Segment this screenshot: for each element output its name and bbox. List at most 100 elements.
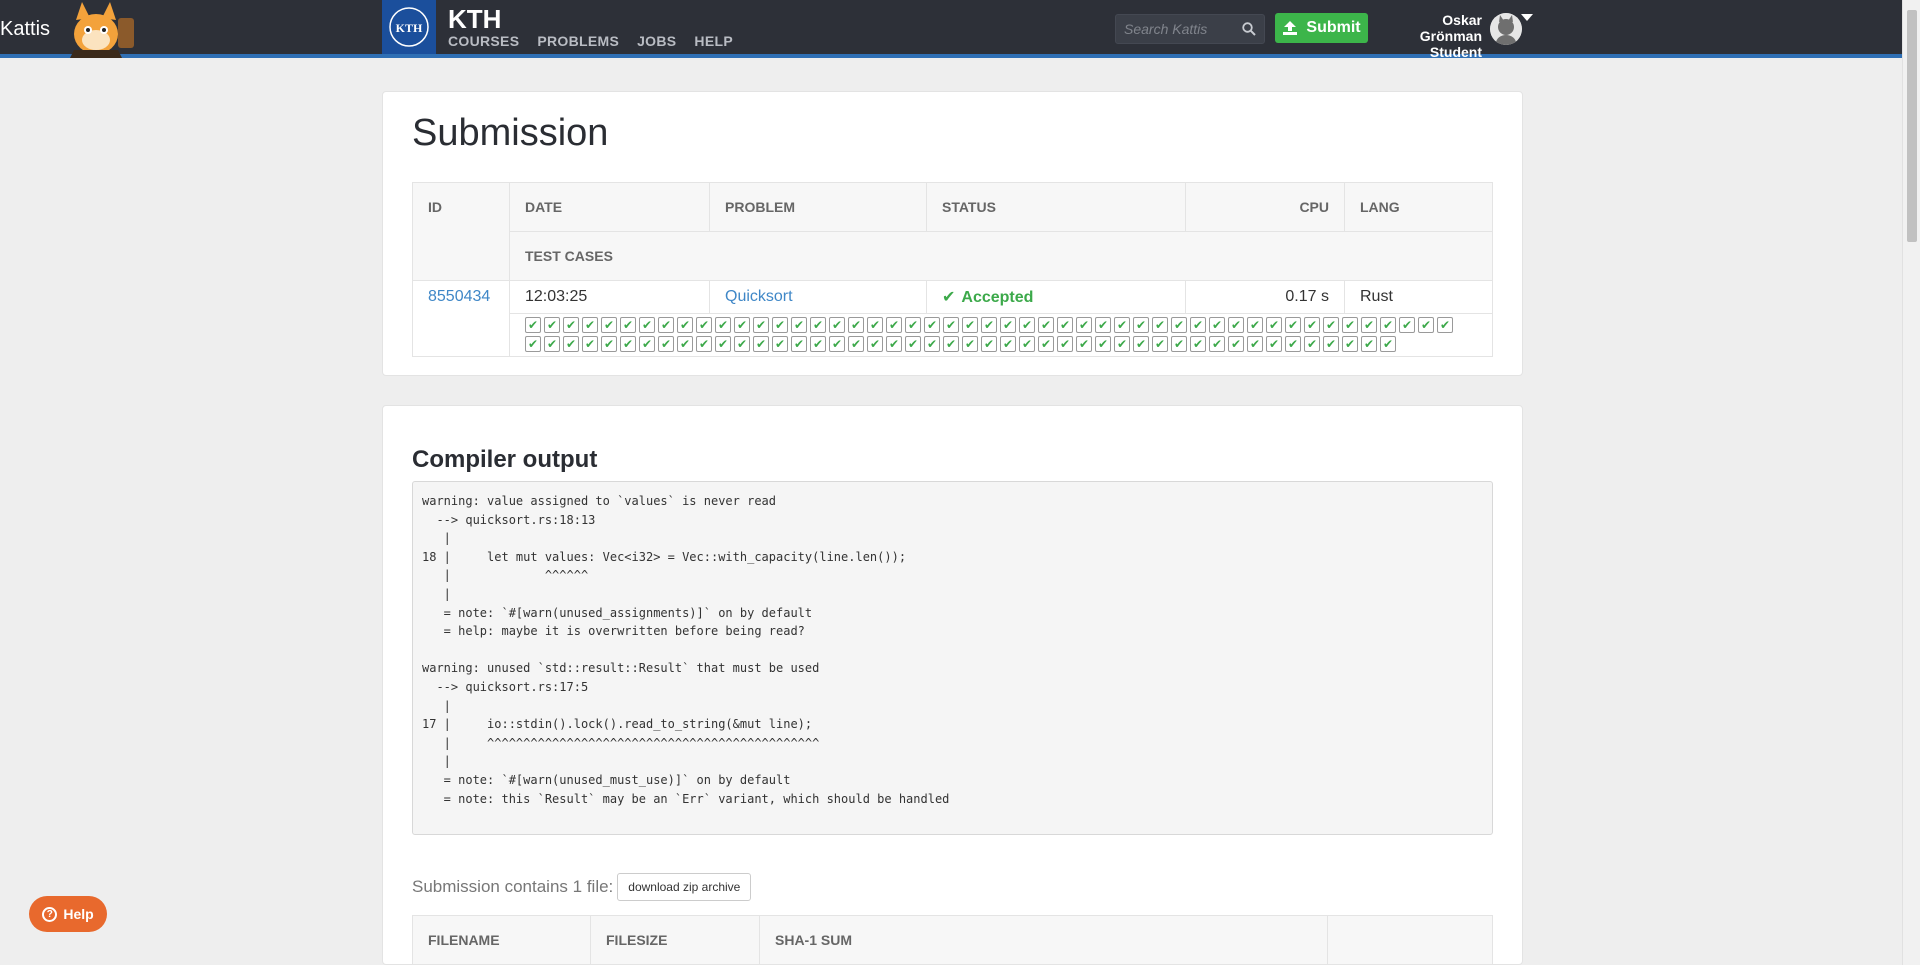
test-case-accepted-icon[interactable]: ✔: [1266, 336, 1282, 352]
nav-courses[interactable]: COURSES: [448, 33, 519, 49]
test-case-accepted-icon[interactable]: ✔: [1133, 336, 1149, 352]
test-case-accepted-icon[interactable]: ✔: [1095, 317, 1111, 333]
test-case-accepted-icon[interactable]: ✔: [525, 317, 541, 333]
test-case-accepted-icon[interactable]: ✔: [563, 336, 579, 352]
test-case-accepted-icon[interactable]: ✔: [867, 336, 883, 352]
test-case-accepted-icon[interactable]: ✔: [1133, 317, 1149, 333]
test-case-accepted-icon[interactable]: ✔: [696, 317, 712, 333]
test-case-accepted-icon[interactable]: ✔: [1361, 317, 1377, 333]
test-case-accepted-icon[interactable]: ✔: [1380, 317, 1396, 333]
test-case-accepted-icon[interactable]: ✔: [639, 317, 655, 333]
test-case-accepted-icon[interactable]: ✔: [1247, 336, 1263, 352]
test-case-accepted-icon[interactable]: ✔: [1266, 317, 1282, 333]
test-case-accepted-icon[interactable]: ✔: [1399, 317, 1415, 333]
test-case-accepted-icon[interactable]: ✔: [1038, 317, 1054, 333]
test-case-accepted-icon[interactable]: ✔: [810, 317, 826, 333]
test-case-accepted-icon[interactable]: ✔: [734, 336, 750, 352]
test-case-accepted-icon[interactable]: ✔: [715, 336, 731, 352]
test-case-accepted-icon[interactable]: ✔: [582, 317, 598, 333]
test-case-accepted-icon[interactable]: ✔: [677, 317, 693, 333]
test-case-accepted-icon[interactable]: ✔: [1228, 336, 1244, 352]
test-case-accepted-icon[interactable]: ✔: [1285, 336, 1301, 352]
test-case-accepted-icon[interactable]: ✔: [563, 317, 579, 333]
test-case-accepted-icon[interactable]: ✔: [1304, 336, 1320, 352]
search-icon[interactable]: [1242, 22, 1256, 36]
test-case-accepted-icon[interactable]: ✔: [772, 317, 788, 333]
test-case-accepted-icon[interactable]: ✔: [1342, 317, 1358, 333]
test-case-accepted-icon[interactable]: ✔: [544, 336, 560, 352]
test-case-accepted-icon[interactable]: ✔: [1361, 336, 1377, 352]
test-case-accepted-icon[interactable]: ✔: [1076, 336, 1092, 352]
help-button[interactable]: ? Help: [29, 896, 107, 932]
test-case-accepted-icon[interactable]: ✔: [601, 336, 617, 352]
kth-logo[interactable]: KTH: [382, 0, 436, 54]
test-case-accepted-icon[interactable]: ✔: [1323, 317, 1339, 333]
test-case-accepted-icon[interactable]: ✔: [1019, 336, 1035, 352]
test-case-accepted-icon[interactable]: ✔: [829, 317, 845, 333]
test-case-accepted-icon[interactable]: ✔: [1171, 336, 1187, 352]
test-case-accepted-icon[interactable]: ✔: [905, 336, 921, 352]
download-zip-button[interactable]: download zip archive: [617, 873, 752, 901]
test-case-accepted-icon[interactable]: ✔: [1152, 317, 1168, 333]
test-case-accepted-icon[interactable]: ✔: [715, 317, 731, 333]
test-case-accepted-icon[interactable]: ✔: [1038, 336, 1054, 352]
test-case-accepted-icon[interactable]: ✔: [1171, 317, 1187, 333]
test-case-accepted-icon[interactable]: ✔: [962, 317, 978, 333]
test-case-accepted-icon[interactable]: ✔: [544, 317, 560, 333]
test-case-accepted-icon[interactable]: ✔: [1323, 336, 1339, 352]
problem-link[interactable]: Quicksort: [725, 288, 793, 305]
avatar[interactable]: [1490, 13, 1522, 45]
test-case-accepted-icon[interactable]: ✔: [962, 336, 978, 352]
test-case-accepted-icon[interactable]: ✔: [1057, 336, 1073, 352]
test-case-accepted-icon[interactable]: ✔: [981, 336, 997, 352]
kattis-brand-text[interactable]: Kattis: [0, 18, 50, 41]
test-case-accepted-icon[interactable]: ✔: [1380, 336, 1396, 352]
test-case-accepted-icon[interactable]: ✔: [1209, 336, 1225, 352]
test-case-accepted-icon[interactable]: ✔: [829, 336, 845, 352]
test-case-accepted-icon[interactable]: ✔: [658, 317, 674, 333]
nav-help[interactable]: HELP: [694, 33, 733, 49]
kattis-home-link[interactable]: Kattis: [0, 0, 146, 58]
test-case-accepted-icon[interactable]: ✔: [1418, 317, 1434, 333]
test-case-accepted-icon[interactable]: ✔: [582, 336, 598, 352]
test-case-accepted-icon[interactable]: ✔: [1000, 317, 1016, 333]
test-case-accepted-icon[interactable]: ✔: [1209, 317, 1225, 333]
test-case-accepted-icon[interactable]: ✔: [848, 317, 864, 333]
test-case-accepted-icon[interactable]: ✔: [924, 336, 940, 352]
test-case-accepted-icon[interactable]: ✔: [658, 336, 674, 352]
chevron-down-icon[interactable]: [1521, 14, 1533, 21]
test-case-accepted-icon[interactable]: ✔: [601, 317, 617, 333]
test-case-accepted-icon[interactable]: ✔: [1247, 317, 1263, 333]
test-case-accepted-icon[interactable]: ✔: [905, 317, 921, 333]
test-case-accepted-icon[interactable]: ✔: [981, 317, 997, 333]
test-case-accepted-icon[interactable]: ✔: [1000, 336, 1016, 352]
test-case-accepted-icon[interactable]: ✔: [1152, 336, 1168, 352]
test-case-accepted-icon[interactable]: ✔: [1057, 317, 1073, 333]
test-case-accepted-icon[interactable]: ✔: [791, 336, 807, 352]
submit-button[interactable]: Submit: [1275, 13, 1368, 43]
test-case-accepted-icon[interactable]: ✔: [886, 317, 902, 333]
test-case-accepted-icon[interactable]: ✔: [1437, 317, 1453, 333]
test-case-accepted-icon[interactable]: ✔: [620, 336, 636, 352]
nav-jobs[interactable]: JOBS: [637, 33, 676, 49]
test-case-accepted-icon[interactable]: ✔: [677, 336, 693, 352]
test-case-accepted-icon[interactable]: ✔: [810, 336, 826, 352]
test-case-accepted-icon[interactable]: ✔: [753, 336, 769, 352]
test-case-accepted-icon[interactable]: ✔: [943, 317, 959, 333]
test-case-accepted-icon[interactable]: ✔: [525, 336, 541, 352]
test-case-accepted-icon[interactable]: ✔: [848, 336, 864, 352]
test-case-accepted-icon[interactable]: ✔: [734, 317, 750, 333]
test-case-accepted-icon[interactable]: ✔: [1342, 336, 1358, 352]
test-case-accepted-icon[interactable]: ✔: [620, 317, 636, 333]
test-case-accepted-icon[interactable]: ✔: [1076, 317, 1092, 333]
test-case-accepted-icon[interactable]: ✔: [1095, 336, 1111, 352]
test-case-accepted-icon[interactable]: ✔: [639, 336, 655, 352]
test-case-accepted-icon[interactable]: ✔: [867, 317, 883, 333]
test-case-accepted-icon[interactable]: ✔: [886, 336, 902, 352]
test-case-accepted-icon[interactable]: ✔: [943, 336, 959, 352]
test-case-accepted-icon[interactable]: ✔: [772, 336, 788, 352]
test-case-accepted-icon[interactable]: ✔: [753, 317, 769, 333]
scrollbar-thumb[interactable]: [1907, 10, 1917, 242]
scrollbar[interactable]: [1902, 0, 1920, 965]
user-menu[interactable]: Oskar Grönman Student: [1378, 12, 1482, 60]
